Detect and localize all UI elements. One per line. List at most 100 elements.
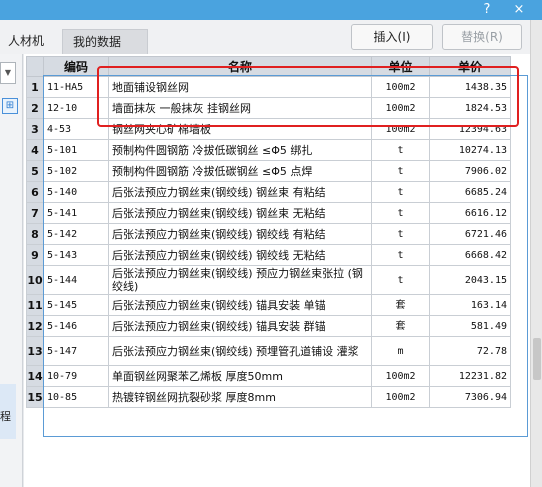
header-price[interactable]: 单价 — [429, 56, 511, 77]
tab-materials[interactable]: 人材机 — [0, 29, 62, 53]
chevron-down-icon[interactable]: ▼ — [0, 62, 16, 84]
cell-num[interactable]: 5 — [26, 160, 44, 182]
header-name[interactable]: 名称 — [108, 56, 372, 77]
cell-unit[interactable]: 套 — [371, 315, 430, 337]
cell-num[interactable]: 4 — [26, 139, 44, 161]
cell-num[interactable]: 12 — [26, 315, 44, 337]
vertical-scrollbar[interactable] — [530, 20, 542, 487]
cell-unit[interactable]: 100m2 — [371, 386, 430, 408]
cell-code[interactable]: 5-101 — [43, 139, 109, 161]
table-row[interactable]: 1 11-HA5 地面铺设钢丝网 100m2 1438.35 — [26, 76, 511, 98]
cell-code[interactable]: 5-144 — [43, 265, 109, 295]
header-code[interactable]: 编码 — [43, 56, 109, 77]
table-row[interactable]: 14 10-79 单面钢丝网聚苯乙烯板 厚度50mm 100m2 12231.82 — [26, 365, 511, 387]
cell-unit[interactable]: 100m2 — [371, 118, 430, 140]
cell-price[interactable]: 12231.82 — [429, 365, 511, 387]
table-row[interactable]: 4 5-101 预制构件圆钢筋 冷拔低碳钢丝 ≤Φ5 绑扎 t 10274.13 — [26, 139, 511, 161]
cell-price[interactable]: 6616.12 — [429, 202, 511, 224]
header-unit[interactable]: 单位 — [371, 56, 430, 77]
table-row[interactable]: 8 5-142 后张法预应力钢丝束(钢绞线) 钢绞线 有粘结 t 6721.46 — [26, 223, 511, 245]
replace-button[interactable]: 替换(R) — [442, 24, 522, 50]
cell-name[interactable]: 后张法预应力钢丝束(钢绞线) 钢丝束 有粘结 — [108, 181, 372, 203]
cell-code[interactable]: 5-140 — [43, 181, 109, 203]
cell-name[interactable]: 后张法预应力钢丝束(钢绞线) 锚具安装 单锚 — [108, 294, 372, 316]
cell-code[interactable]: 10-79 — [43, 365, 109, 387]
cell-code[interactable]: 10-85 — [43, 386, 109, 408]
tab-my-data[interactable]: 我的数据 — [62, 29, 148, 54]
cell-price[interactable]: 1824.53 — [429, 97, 511, 119]
cell-code[interactable]: 5-141 — [43, 202, 109, 224]
cell-price[interactable]: 2043.15 — [429, 265, 511, 295]
table-row[interactable]: 9 5-143 后张法预应力钢丝束(钢绞线) 钢绞线 无粘结 t 6668.42 — [26, 244, 511, 266]
cell-price[interactable]: 7306.94 — [429, 386, 511, 408]
cell-name[interactable]: 后张法预应力钢丝束(钢绞线) 钢丝束 无粘结 — [108, 202, 372, 224]
cell-num[interactable]: 11 — [26, 294, 44, 316]
cell-price[interactable]: 1438.35 — [429, 76, 511, 98]
table-row[interactable]: 10 5-144 后张法预应力钢丝束(钢绞线) 预应力钢丝束张拉 (钢绞线) t 204… — [26, 265, 511, 295]
cell-price[interactable]: 6668.42 — [429, 244, 511, 266]
cell-price[interactable]: 581.49 — [429, 315, 511, 337]
cell-name[interactable]: 后张法预应力钢丝束(钢绞线) 预应力钢丝束张拉 (钢绞线) — [108, 265, 372, 295]
cell-name[interactable]: 预制构件圆钢筋 冷拔低碳钢丝 ≤Φ5 点焊 — [108, 160, 372, 182]
cell-name[interactable]: 后张法预应力钢丝束(钢绞线) 钢绞线 无粘结 — [108, 244, 372, 266]
table-row[interactable]: 6 5-140 后张法预应力钢丝束(钢绞线) 钢丝束 有粘结 t 6685.24 — [26, 181, 511, 203]
cell-code[interactable]: 5-143 — [43, 244, 109, 266]
cell-price[interactable]: 7906.02 — [429, 160, 511, 182]
cell-num[interactable]: 1 — [26, 76, 44, 98]
cell-name[interactable]: 热镀锌钢丝网抗裂砂浆 厚度8mm — [108, 386, 372, 408]
cell-price[interactable]: 6685.24 — [429, 181, 511, 203]
cell-code[interactable]: 5-142 — [43, 223, 109, 245]
table-row[interactable]: 2 12-10 墙面抹灰 一般抹灰 挂钢丝网 100m2 1824.53 — [26, 97, 511, 119]
cell-name[interactable]: 墙面抹灰 一般抹灰 挂钢丝网 — [108, 97, 372, 119]
table-row[interactable]: 11 5-145 后张法预应力钢丝束(钢绞线) 锚具安装 单锚套 163.14 — [26, 294, 511, 316]
cell-price[interactable]: 72.78 — [429, 336, 511, 366]
cell-unit[interactable]: 套 — [371, 294, 430, 316]
cell-unit[interactable]: t — [371, 265, 430, 295]
table-row[interactable]: 13 5-147 后张法预应力钢丝束(钢绞线) 预埋管孔道铺设 灌浆 m 72.78 — [26, 336, 511, 366]
cell-num[interactable]: 3 — [26, 118, 44, 140]
cell-unit[interactable]: t — [371, 244, 430, 266]
scrollbar-thumb[interactable] — [533, 338, 541, 380]
cell-price[interactable]: 12394.63 — [429, 118, 511, 140]
cell-num[interactable]: 15 — [26, 386, 44, 408]
cell-name[interactable]: 后张法预应力钢丝束(钢绞线) 锚具安装 群锚 — [108, 315, 372, 337]
cell-unit[interactable]: 100m2 — [371, 76, 430, 98]
table-row[interactable]: 3 4-53 钢丝网夹心矿棉墙板 100m2 12394.63 — [26, 118, 511, 140]
table-row[interactable]: 7 5-141 后张法预应力钢丝束(钢绞线) 钢丝束 无粘结 t 6616.12 — [26, 202, 511, 224]
cell-code[interactable]: 5-147 — [43, 336, 109, 366]
cell-name[interactable]: 钢丝网夹心矿棉墙板 — [108, 118, 372, 140]
cell-num[interactable]: 2 — [26, 97, 44, 119]
table-row[interactable]: 5 5-102 预制构件圆钢筋 冷拔低碳钢丝 ≤Φ5 点焊 t 7906.02 — [26, 160, 511, 182]
cell-code[interactable]: 5-102 — [43, 160, 109, 182]
cell-num[interactable]: 14 — [26, 365, 44, 387]
help-icon[interactable]: ? — [476, 0, 498, 20]
insert-button[interactable]: 插入(I) — [351, 24, 433, 50]
cell-num[interactable]: 6 — [26, 181, 44, 203]
cell-code[interactable]: 11-HA5 — [43, 76, 109, 98]
cell-unit[interactable]: 100m2 — [371, 97, 430, 119]
cell-num[interactable]: 7 — [26, 202, 44, 224]
close-icon[interactable]: × — [508, 0, 530, 20]
cell-code[interactable]: 5-145 — [43, 294, 109, 316]
cell-code[interactable]: 5-146 — [43, 315, 109, 337]
cell-unit[interactable]: t — [371, 202, 430, 224]
cell-num[interactable]: 10 — [26, 265, 44, 295]
table-row[interactable]: 15 10-85 热镀锌钢丝网抗裂砂浆 厚度8mm 100m2 7306.94 — [26, 386, 511, 408]
cell-code[interactable]: 4-53 — [43, 118, 109, 140]
cell-unit[interactable]: t — [371, 181, 430, 203]
cell-name[interactable]: 后张法预应力钢丝束(钢绞线) 钢绞线 有粘结 — [108, 223, 372, 245]
cell-unit[interactable]: t — [371, 139, 430, 161]
cell-price[interactable]: 10274.13 — [429, 139, 511, 161]
cell-price[interactable]: 163.14 — [429, 294, 511, 316]
table-row[interactable]: 12 5-146 后张法预应力钢丝束(钢绞线) 锚具安装 群锚套 581.49 — [26, 315, 511, 337]
cell-unit[interactable]: m — [371, 336, 430, 366]
cell-code[interactable]: 12-10 — [43, 97, 109, 119]
cell-price[interactable]: 6721.46 — [429, 223, 511, 245]
tree-icon[interactable]: ⊞ — [2, 98, 18, 114]
cell-name[interactable]: 后张法预应力钢丝束(钢绞线) 预埋管孔道铺设 灌浆 — [108, 336, 372, 366]
cell-unit[interactable]: t — [371, 223, 430, 245]
cell-name[interactable]: 预制构件圆钢筋 冷拔低碳钢丝 ≤Φ5 绑扎 — [108, 139, 372, 161]
cell-num[interactable]: 8 — [26, 223, 44, 245]
cell-num[interactable]: 13 — [26, 336, 44, 366]
cell-num[interactable]: 9 — [26, 244, 44, 266]
